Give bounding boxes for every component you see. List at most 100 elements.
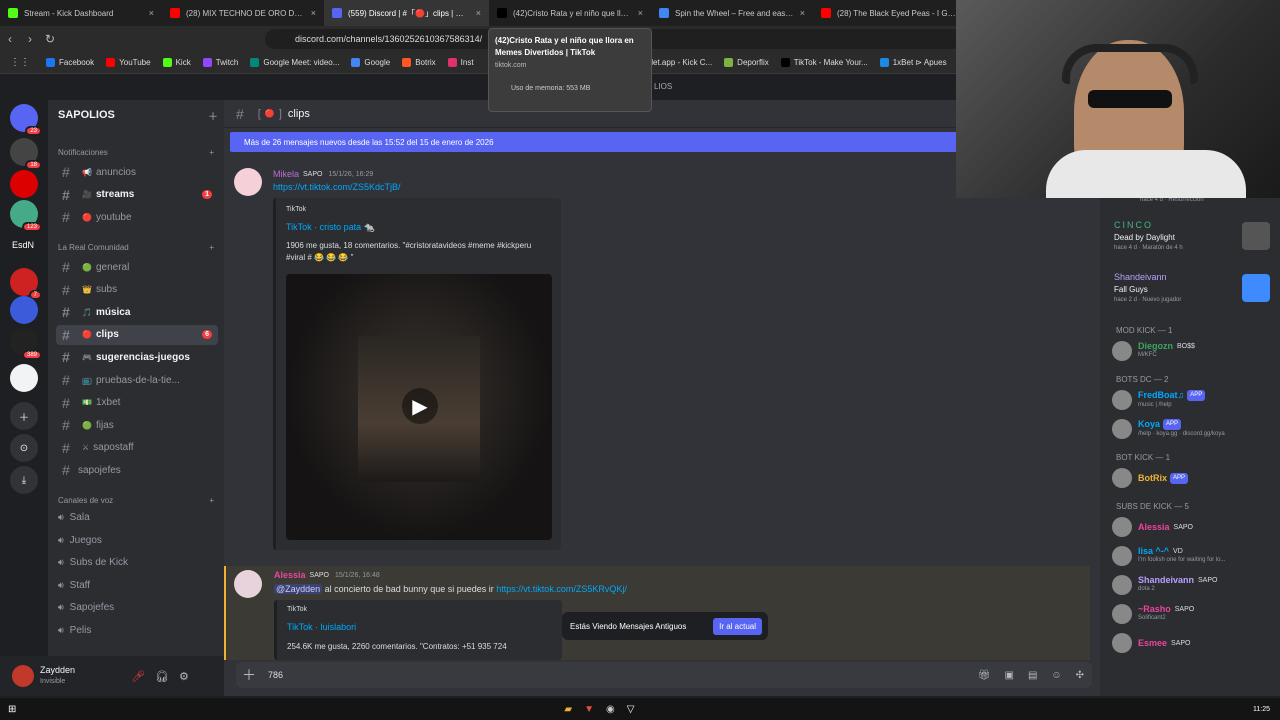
headphones-icon[interactable]: 🎧︎ xyxy=(155,670,169,683)
member-item[interactable]: BotRix APP xyxy=(1112,465,1278,491)
server-icon[interactable]: 123 xyxy=(10,200,42,232)
bookmark[interactable]: Google Meet: video... xyxy=(244,58,345,67)
start-icon[interactable]: ⊞ xyxy=(8,704,16,715)
server-icon[interactable] xyxy=(10,170,38,198)
avatar[interactable] xyxy=(234,168,262,196)
server-icon[interactable] xyxy=(10,296,38,324)
server-icon[interactable] xyxy=(10,364,38,392)
message-composer[interactable]: ＋ 786 🎁︎ ▣ ▤ ☺ ✣ xyxy=(236,662,1092,688)
new-messages-bar[interactable]: Más de 26 mensajes nuevos desde las 15:5… xyxy=(230,132,960,152)
channel-m-sica[interactable]: # 🎵 música xyxy=(56,302,218,322)
voice-channel[interactable]: 🔊︎ Sapojefes xyxy=(58,602,114,613)
add-attachment-icon[interactable]: ＋ xyxy=(242,665,256,685)
server-icon[interactable]: 18 xyxy=(10,138,42,170)
voice-channel[interactable]: 🔊︎ Juegos xyxy=(58,535,102,546)
sticker-icon[interactable]: ▤ xyxy=(1028,670,1037,681)
bookmark[interactable]: YouTube xyxy=(100,58,156,67)
bookmark[interactable]: Inst xyxy=(442,58,480,67)
browser-tab[interactable]: Spin the Wheel – Free and easy-to-use × xyxy=(651,0,813,26)
category-voz[interactable]: Canales de voz + xyxy=(58,496,214,505)
mention[interactable]: @Zaydden xyxy=(274,584,323,594)
mute-mic-icon[interactable]: 🎤︎ xyxy=(131,670,145,683)
browser-tab[interactable]: (42)Cristo Rata y el niño que llora × xyxy=(489,0,651,26)
bookmark[interactable]: Facebook xyxy=(40,58,100,67)
avatar[interactable] xyxy=(234,570,262,598)
back-icon[interactable]: ‹ xyxy=(0,32,20,46)
browser-tab[interactable]: (559) Discord | #「🔴」clips | SAPOLIOS × xyxy=(324,0,489,26)
member-item[interactable]: Koya APP/help · koya.gg · discord.gg/koya xyxy=(1112,416,1278,442)
forward-icon[interactable]: › xyxy=(20,32,40,46)
voice-channel[interactable]: 🔊︎ Staff xyxy=(58,580,90,591)
author-name[interactable]: Mikela xyxy=(273,169,299,179)
folder-icon[interactable]: ▰ xyxy=(564,704,572,715)
channel-sapojefes[interactable]: # sapojefes xyxy=(56,460,218,480)
message-link[interactable]: https://vt.tiktok.com/ZS5KdcTjB/ xyxy=(273,182,401,192)
bookmark[interactable]: Twitch xyxy=(197,58,245,67)
embed-title[interactable]: TikTok · luislabori xyxy=(287,622,356,632)
bookmark[interactable]: Deporflix xyxy=(718,58,775,67)
author-name[interactable]: Alessia xyxy=(274,570,306,580)
activity-card[interactable]: Shandeivann Fall Guys hace 2 d · Nuevo jug… xyxy=(1114,272,1270,320)
browser-tab[interactable]: (28) MIX TECHNO DE ORO DE 80's & 90's × xyxy=(162,0,324,26)
gif-icon[interactable]: ▣ xyxy=(1004,670,1013,681)
channel-anuncios[interactable]: # 📢 anuncios xyxy=(56,162,218,182)
member-item[interactable]: ~Rasho SAPO Solificant2 xyxy=(1112,601,1278,627)
reload-icon[interactable]: ↻ xyxy=(40,32,60,46)
category-notificaciones[interactable]: Notificaciones + xyxy=(58,148,214,157)
app-icon[interactable]: ▽ xyxy=(627,704,635,715)
channel-sapostaff[interactable]: # ⚔ sapostaff xyxy=(56,438,218,458)
bookmark[interactable]: TikTok - Make Your... xyxy=(775,58,874,67)
voice-channel[interactable]: 🔊︎ Subs de Kick xyxy=(58,557,128,568)
activity-card[interactable]: CINCO Dead by Daylight hace 4 d · Maratón … xyxy=(1114,220,1270,268)
browser-icon[interactable]: ▼ xyxy=(584,704,594,715)
apps-grid-icon[interactable]: ⋮⋮ xyxy=(10,57,30,68)
server-icon[interactable]: 23 xyxy=(10,104,42,136)
channel-1xbet[interactable]: # 💵 1xbet xyxy=(56,393,218,413)
obs-icon[interactable]: ◉ xyxy=(606,704,615,715)
member-item[interactable]: FredBoat♫ APP music | /help xyxy=(1112,387,1278,413)
bookmark[interactable]: Kick xyxy=(157,58,197,67)
member-item[interactable]: Shandeivann SAPO dota 2 xyxy=(1112,572,1278,598)
add-member-icon[interactable]: ＋ xyxy=(208,108,218,123)
download-icon[interactable]: ⤓ xyxy=(10,466,38,494)
category-comunidad[interactable]: La Real Comunidad + xyxy=(58,243,214,252)
member-item[interactable]: Esmee SAPO xyxy=(1112,630,1278,656)
server-icon[interactable]: 7 xyxy=(10,268,42,300)
composer-input[interactable]: 786 xyxy=(268,670,283,680)
member-item[interactable]: lisa ^-^ VD I'm foolish one for waiting fo… xyxy=(1112,543,1278,569)
browser-tab[interactable]: Stream - Kick Dashboard × xyxy=(0,0,162,26)
voice-channel[interactable]: 🔊︎ Sala xyxy=(58,512,90,523)
message-link[interactable]: https://vt.tiktok.com/ZS5KRvQKj/ xyxy=(496,584,627,594)
close-tab-icon[interactable]: × xyxy=(800,8,805,18)
channel-fijas[interactable]: # 🟢 fijas xyxy=(56,415,218,435)
add-channel-icon[interactable]: + xyxy=(209,148,214,157)
add-channel-icon[interactable]: + xyxy=(209,243,214,252)
embed-title[interactable]: TikTok · cristo pata 🐀 xyxy=(286,222,375,233)
voice-channel[interactable]: 🔊︎ Pelis xyxy=(58,625,91,636)
add-channel-icon[interactable]: + xyxy=(209,496,214,505)
bookmark[interactable]: Google xyxy=(345,58,396,67)
jump-to-present-button[interactable]: Ir al actual xyxy=(713,617,762,635)
add-server-icon[interactable]: ＋ xyxy=(10,402,38,430)
channel-sugerencias-juegos[interactable]: # 🎮 sugerencias-juegos xyxy=(56,347,218,367)
server-header[interactable]: SAPOLIOS ＋ xyxy=(58,106,218,124)
close-tab-icon[interactable]: × xyxy=(149,8,154,18)
bookmark[interactable]: 1xBet ⊳ Apues xyxy=(874,58,953,67)
gift-icon[interactable]: 🎁︎ xyxy=(978,670,991,681)
avatar[interactable] xyxy=(12,665,34,687)
close-tab-icon[interactable]: × xyxy=(311,8,316,18)
member-item[interactable]: Alessia SAPO xyxy=(1112,514,1278,540)
bookmark[interactable]: Botrix xyxy=(396,58,441,67)
member-item[interactable]: Diegozn BO$$ M/KFC xyxy=(1112,338,1278,364)
channel-youtube[interactable]: # 🔴 youtube xyxy=(56,207,218,227)
browser-tab[interactable]: (28) The Black Eyed Peas - I Gotta Feeli… xyxy=(813,0,975,26)
play-icon[interactable]: ▶ xyxy=(402,388,438,424)
channel-clips[interactable]: # 🔴 clips 6 xyxy=(56,324,218,345)
close-tab-icon[interactable]: × xyxy=(638,8,643,18)
emoji-icon[interactable]: ☺ xyxy=(1051,670,1061,681)
channel-subs[interactable]: # 👑 subs xyxy=(56,280,218,300)
server-icon[interactable]: 389 xyxy=(10,328,42,360)
video-thumbnail[interactable]: ▶ xyxy=(286,274,552,540)
close-tab-icon[interactable]: × xyxy=(476,8,481,18)
settings-gear-icon[interactable]: ⚙ xyxy=(179,670,189,683)
